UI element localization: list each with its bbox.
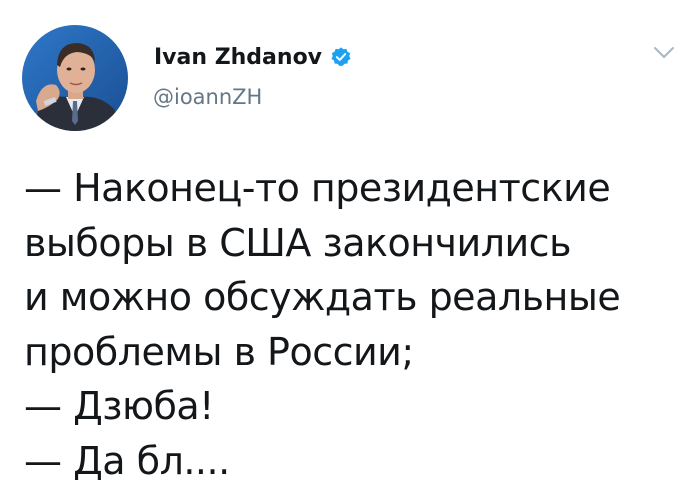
avatar[interactable]: [22, 25, 128, 131]
author-handle[interactable]: @ioannZH: [153, 85, 262, 109]
verified-badge-icon: [330, 46, 352, 68]
tweet-line: выборы в США закончились: [24, 220, 571, 265]
tweet-line: — Наконец-то президентские: [24, 166, 611, 210]
author-display-name[interactable]: Ivan Zhdanov: [154, 45, 322, 70]
tweet-card: Ivan Zhdanov @ioannZH — Наконец-то прези…: [0, 0, 700, 491]
tweet-text: — Наконец-то президентские выборы в США …: [24, 161, 684, 488]
tweet-line: — Дзюба!: [24, 384, 214, 428]
avatar-photo: [22, 25, 128, 131]
tweet-line: проблемы в России;: [24, 329, 414, 374]
tweet-line: — Да бл....: [24, 438, 230, 483]
author-name-row: Ivan Zhdanov: [154, 42, 352, 72]
tweet-line: и можно обсуждать реальные: [24, 275, 621, 319]
chevron-down-icon[interactable]: [652, 44, 676, 62]
